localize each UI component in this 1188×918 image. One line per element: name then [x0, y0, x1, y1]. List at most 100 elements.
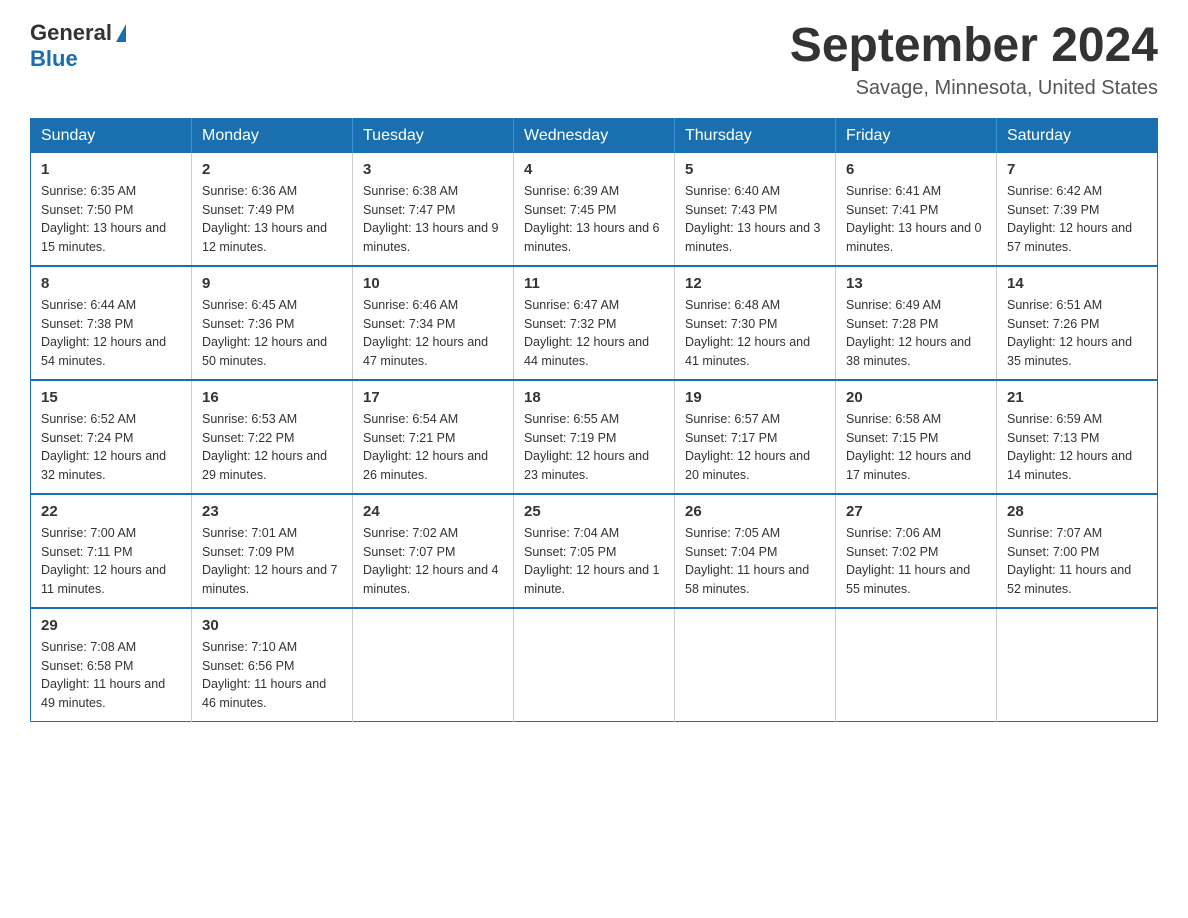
- logo: General Blue: [30, 20, 126, 72]
- header-sunday: Sunday: [31, 118, 192, 153]
- day-info: Sunrise: 7:10 AMSunset: 6:56 PMDaylight:…: [202, 638, 342, 713]
- table-row: 10 Sunrise: 6:46 AMSunset: 7:34 PMDaylig…: [353, 266, 514, 380]
- table-row: 29 Sunrise: 7:08 AMSunset: 6:58 PMDaylig…: [31, 608, 192, 722]
- day-number: 26: [685, 503, 825, 520]
- day-info: Sunrise: 6:51 AMSunset: 7:26 PMDaylight:…: [1007, 296, 1147, 371]
- table-row: 20 Sunrise: 6:58 AMSunset: 7:15 PMDaylig…: [836, 380, 997, 494]
- day-info: Sunrise: 6:59 AMSunset: 7:13 PMDaylight:…: [1007, 410, 1147, 485]
- table-row: 17 Sunrise: 6:54 AMSunset: 7:21 PMDaylig…: [353, 380, 514, 494]
- header-tuesday: Tuesday: [353, 118, 514, 153]
- calendar-week-5: 29 Sunrise: 7:08 AMSunset: 6:58 PMDaylig…: [31, 608, 1158, 722]
- day-number: 19: [685, 389, 825, 406]
- calendar-table: Sunday Monday Tuesday Wednesday Thursday…: [30, 118, 1158, 722]
- table-row: 15 Sunrise: 6:52 AMSunset: 7:24 PMDaylig…: [31, 380, 192, 494]
- header-friday: Friday: [836, 118, 997, 153]
- table-row: 7 Sunrise: 6:42 AMSunset: 7:39 PMDayligh…: [997, 153, 1158, 266]
- day-number: 25: [524, 503, 664, 520]
- table-row: 11 Sunrise: 6:47 AMSunset: 7:32 PMDaylig…: [514, 266, 675, 380]
- table-row: 3 Sunrise: 6:38 AMSunset: 7:47 PMDayligh…: [353, 153, 514, 266]
- day-info: Sunrise: 6:52 AMSunset: 7:24 PMDaylight:…: [41, 410, 181, 485]
- table-row: 27 Sunrise: 7:06 AMSunset: 7:02 PMDaylig…: [836, 494, 997, 608]
- table-row: 21 Sunrise: 6:59 AMSunset: 7:13 PMDaylig…: [997, 380, 1158, 494]
- day-info: Sunrise: 6:47 AMSunset: 7:32 PMDaylight:…: [524, 296, 664, 371]
- calendar-week-2: 8 Sunrise: 6:44 AMSunset: 7:38 PMDayligh…: [31, 266, 1158, 380]
- table-row: 26 Sunrise: 7:05 AMSunset: 7:04 PMDaylig…: [675, 494, 836, 608]
- day-number: 27: [846, 503, 986, 520]
- table-row: [353, 608, 514, 722]
- day-info: Sunrise: 6:41 AMSunset: 7:41 PMDaylight:…: [846, 182, 986, 257]
- day-number: 5: [685, 161, 825, 178]
- day-number: 12: [685, 275, 825, 292]
- table-row: 30 Sunrise: 7:10 AMSunset: 6:56 PMDaylig…: [192, 608, 353, 722]
- day-info: Sunrise: 6:42 AMSunset: 7:39 PMDaylight:…: [1007, 182, 1147, 257]
- day-number: 15: [41, 389, 181, 406]
- table-row: [514, 608, 675, 722]
- day-number: 8: [41, 275, 181, 292]
- location-subtitle: Savage, Minnesota, United States: [790, 77, 1158, 100]
- day-number: 4: [524, 161, 664, 178]
- day-info: Sunrise: 7:04 AMSunset: 7:05 PMDaylight:…: [524, 524, 664, 599]
- day-info: Sunrise: 6:46 AMSunset: 7:34 PMDaylight:…: [363, 296, 503, 371]
- day-info: Sunrise: 6:49 AMSunset: 7:28 PMDaylight:…: [846, 296, 986, 371]
- day-number: 3: [363, 161, 503, 178]
- day-number: 20: [846, 389, 986, 406]
- day-info: Sunrise: 6:35 AMSunset: 7:50 PMDaylight:…: [41, 182, 181, 257]
- logo-general-text: General: [30, 20, 112, 46]
- title-section: September 2024 Savage, Minnesota, United…: [790, 20, 1158, 100]
- day-number: 11: [524, 275, 664, 292]
- day-info: Sunrise: 6:38 AMSunset: 7:47 PMDaylight:…: [363, 182, 503, 257]
- day-info: Sunrise: 6:45 AMSunset: 7:36 PMDaylight:…: [202, 296, 342, 371]
- header-saturday: Saturday: [997, 118, 1158, 153]
- day-info: Sunrise: 7:00 AMSunset: 7:11 PMDaylight:…: [41, 524, 181, 599]
- table-row: 13 Sunrise: 6:49 AMSunset: 7:28 PMDaylig…: [836, 266, 997, 380]
- logo-triangle-icon: [116, 24, 126, 42]
- day-info: Sunrise: 7:07 AMSunset: 7:00 PMDaylight:…: [1007, 524, 1147, 599]
- day-number: 23: [202, 503, 342, 520]
- day-number: 22: [41, 503, 181, 520]
- table-row: 25 Sunrise: 7:04 AMSunset: 7:05 PMDaylig…: [514, 494, 675, 608]
- day-info: Sunrise: 6:39 AMSunset: 7:45 PMDaylight:…: [524, 182, 664, 257]
- day-info: Sunrise: 6:57 AMSunset: 7:17 PMDaylight:…: [685, 410, 825, 485]
- header-monday: Monday: [192, 118, 353, 153]
- table-row: 8 Sunrise: 6:44 AMSunset: 7:38 PMDayligh…: [31, 266, 192, 380]
- table-row: 4 Sunrise: 6:39 AMSunset: 7:45 PMDayligh…: [514, 153, 675, 266]
- day-info: Sunrise: 7:05 AMSunset: 7:04 PMDaylight:…: [685, 524, 825, 599]
- header-wednesday: Wednesday: [514, 118, 675, 153]
- day-info: Sunrise: 7:06 AMSunset: 7:02 PMDaylight:…: [846, 524, 986, 599]
- calendar-week-1: 1 Sunrise: 6:35 AMSunset: 7:50 PMDayligh…: [31, 153, 1158, 266]
- day-number: 10: [363, 275, 503, 292]
- table-row: 24 Sunrise: 7:02 AMSunset: 7:07 PMDaylig…: [353, 494, 514, 608]
- table-row: 22 Sunrise: 7:00 AMSunset: 7:11 PMDaylig…: [31, 494, 192, 608]
- month-title: September 2024: [790, 20, 1158, 73]
- logo-blue-text: Blue: [30, 46, 78, 72]
- day-number: 17: [363, 389, 503, 406]
- table-row: 9 Sunrise: 6:45 AMSunset: 7:36 PMDayligh…: [192, 266, 353, 380]
- table-row: 14 Sunrise: 6:51 AMSunset: 7:26 PMDaylig…: [997, 266, 1158, 380]
- day-number: 2: [202, 161, 342, 178]
- table-row: 5 Sunrise: 6:40 AMSunset: 7:43 PMDayligh…: [675, 153, 836, 266]
- table-row: 19 Sunrise: 6:57 AMSunset: 7:17 PMDaylig…: [675, 380, 836, 494]
- table-row: [836, 608, 997, 722]
- calendar-week-3: 15 Sunrise: 6:52 AMSunset: 7:24 PMDaylig…: [31, 380, 1158, 494]
- day-number: 14: [1007, 275, 1147, 292]
- day-info: Sunrise: 7:01 AMSunset: 7:09 PMDaylight:…: [202, 524, 342, 599]
- day-number: 6: [846, 161, 986, 178]
- day-number: 1: [41, 161, 181, 178]
- table-row: 18 Sunrise: 6:55 AMSunset: 7:19 PMDaylig…: [514, 380, 675, 494]
- day-info: Sunrise: 7:08 AMSunset: 6:58 PMDaylight:…: [41, 638, 181, 713]
- day-number: 21: [1007, 389, 1147, 406]
- day-info: Sunrise: 6:44 AMSunset: 7:38 PMDaylight:…: [41, 296, 181, 371]
- header-thursday: Thursday: [675, 118, 836, 153]
- table-row: 12 Sunrise: 6:48 AMSunset: 7:30 PMDaylig…: [675, 266, 836, 380]
- table-row: 2 Sunrise: 6:36 AMSunset: 7:49 PMDayligh…: [192, 153, 353, 266]
- day-number: 16: [202, 389, 342, 406]
- table-row: [997, 608, 1158, 722]
- day-number: 24: [363, 503, 503, 520]
- calendar-header-row: Sunday Monday Tuesday Wednesday Thursday…: [31, 118, 1158, 153]
- table-row: 16 Sunrise: 6:53 AMSunset: 7:22 PMDaylig…: [192, 380, 353, 494]
- table-row: 28 Sunrise: 7:07 AMSunset: 7:00 PMDaylig…: [997, 494, 1158, 608]
- day-info: Sunrise: 7:02 AMSunset: 7:07 PMDaylight:…: [363, 524, 503, 599]
- day-number: 13: [846, 275, 986, 292]
- day-info: Sunrise: 6:40 AMSunset: 7:43 PMDaylight:…: [685, 182, 825, 257]
- day-number: 7: [1007, 161, 1147, 178]
